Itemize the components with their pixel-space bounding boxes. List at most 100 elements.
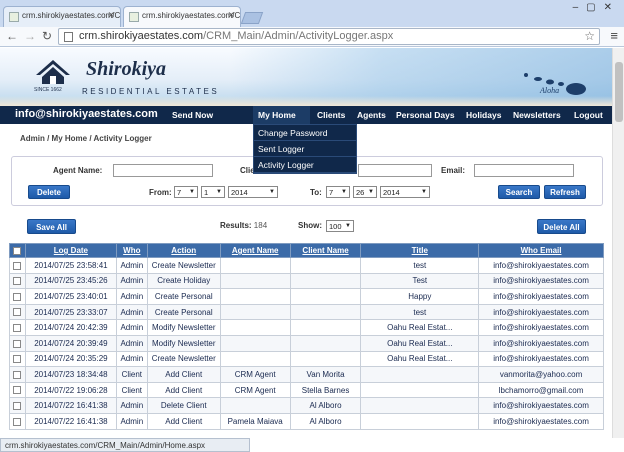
breadcrumb: Admin / My Home / Activity Logger xyxy=(20,134,152,143)
table-row: 2014/07/23 18:34:48 Client Add Client CRM A… xyxy=(9,366,604,383)
row-checkbox[interactable] xyxy=(13,386,22,395)
row-checkbox[interactable] xyxy=(13,261,22,270)
col-agent-name[interactable]: Agent Name xyxy=(219,243,291,258)
nav-item-my-home[interactable]: My Home xyxy=(253,106,310,124)
to-year-select[interactable]: 2014 ▼ xyxy=(380,186,430,198)
email-input[interactable] xyxy=(474,164,574,177)
my-home-dropdown: Change Password Sent Logger Activity Log… xyxy=(253,124,357,174)
reload-icon[interactable]: ↻ xyxy=(42,29,52,43)
nav-item-newsletters[interactable]: Newsletters xyxy=(513,110,561,120)
email-label: Email: xyxy=(441,166,466,175)
dropdown-item-sent-logger[interactable]: Sent Logger xyxy=(254,141,356,157)
col-action[interactable]: Action xyxy=(146,243,221,258)
cell-title: Happy xyxy=(360,288,480,305)
to-month-select[interactable]: 7 ▼ xyxy=(326,186,350,198)
row-checkbox[interactable] xyxy=(13,370,22,379)
cell-client-name: Al Alboro xyxy=(289,412,362,430)
row-select-cell[interactable] xyxy=(9,272,26,290)
cell-who-email: lbchamorro@gmail.com xyxy=(478,381,604,399)
dropdown-item-activity-logger[interactable]: Activity Logger xyxy=(254,157,356,173)
page-scrollbar[interactable] xyxy=(612,48,624,438)
row-checkbox[interactable] xyxy=(13,402,22,411)
row-select-cell[interactable] xyxy=(9,288,26,305)
send-now-link[interactable]: Send Now xyxy=(172,110,213,120)
cell-agent-name: CRM Agent xyxy=(219,381,291,399)
activity-log-table: Log Date Who Action Agent Name Client Na… xyxy=(9,243,604,430)
row-checkbox[interactable] xyxy=(13,417,22,426)
cell-action: Add Client xyxy=(146,381,221,399)
dropdown-arrow-icon: ▼ xyxy=(189,189,195,195)
client-name-input[interactable] xyxy=(358,164,432,177)
search-button[interactable]: Search xyxy=(498,185,540,199)
back-arrow-icon[interactable]: ← xyxy=(6,29,18,43)
row-select-cell[interactable] xyxy=(9,257,26,274)
tab-title: crm.shirokiyaestates.com/CR xyxy=(142,11,241,20)
show-count-select[interactable]: 100 ▼ xyxy=(326,220,354,232)
status-bar: crm.shirokiyaestates.com/CRM_Main/Admin/… xyxy=(0,438,250,452)
cell-client-name xyxy=(289,272,362,290)
row-select-cell[interactable] xyxy=(9,334,26,352)
nav-item-holidays[interactable]: Holidays xyxy=(466,110,501,120)
from-month-select[interactable]: 7 ▼ xyxy=(174,186,198,198)
col-client-name[interactable]: Client Name xyxy=(289,243,362,258)
nav-item-agents[interactable]: Agents xyxy=(357,110,386,120)
bookmark-star-icon[interactable]: ☆ xyxy=(584,29,595,43)
forward-arrow-icon[interactable]: → xyxy=(24,29,36,43)
row-select-cell[interactable] xyxy=(9,319,26,336)
cell-agent-name xyxy=(219,303,291,321)
row-select-cell[interactable] xyxy=(9,412,26,430)
cell-who: Admin xyxy=(115,319,148,336)
table-row: 2014/07/24 20:39:49 Admin Modify Newslette… xyxy=(9,334,604,352)
table-row: 2014/07/22 16:41:38 Admin Add Client Pamela… xyxy=(9,412,604,430)
cell-agent-name: Pamela Maiava xyxy=(219,412,291,430)
browser-tab[interactable]: crm.shirokiyaestates.com/CR ✕ xyxy=(3,6,121,27)
from-year-select[interactable]: 2014 ▼ xyxy=(228,186,278,198)
browser-tab-active[interactable]: crm.shirokiyaestates.com/CR ✕ xyxy=(123,6,241,27)
row-select-cell[interactable] xyxy=(9,303,26,321)
address-bar[interactable]: crm.shirokiyaestates.com/CRM_Main/Admin/… xyxy=(58,28,600,45)
nav-item-logout[interactable]: Logout xyxy=(574,110,603,120)
row-checkbox[interactable] xyxy=(13,308,22,317)
from-day-select[interactable]: 1 ▼ xyxy=(201,186,225,198)
select-all-header[interactable] xyxy=(9,243,26,258)
cell-who: Admin xyxy=(115,397,148,414)
row-checkbox[interactable] xyxy=(13,355,22,364)
row-checkbox[interactable] xyxy=(13,277,22,286)
to-day-select[interactable]: 26 ▼ xyxy=(353,186,377,198)
window-controls[interactable]: –▢✕ xyxy=(573,2,620,13)
agent-name-input[interactable] xyxy=(113,164,213,177)
row-select-cell[interactable] xyxy=(9,350,26,368)
cell-who-email: info@shirokiyaestates.com xyxy=(478,412,604,430)
col-who[interactable]: Who xyxy=(115,243,148,258)
row-checkbox[interactable] xyxy=(13,339,22,348)
nav-item-clients[interactable]: Clients xyxy=(317,110,345,120)
close-icon[interactable]: ✕ xyxy=(227,10,235,21)
close-icon[interactable]: ✕ xyxy=(107,10,115,21)
col-log-date[interactable]: Log Date xyxy=(24,243,117,258)
table-row: 2014/07/25 23:58:41 Admin Create Newslette… xyxy=(9,257,604,274)
new-tab-button[interactable] xyxy=(240,12,264,24)
brand-name: Shirokiya xyxy=(86,58,167,80)
delete-all-button[interactable]: Delete All xyxy=(537,219,586,234)
show-label: Show: xyxy=(298,221,322,230)
row-select-cell[interactable] xyxy=(9,397,26,414)
row-select-cell[interactable] xyxy=(9,381,26,399)
cell-who-email: info@shirokiyaestates.com xyxy=(478,272,604,290)
col-who-email[interactable]: Who Email xyxy=(478,243,604,258)
dropdown-item-change-password[interactable]: Change Password xyxy=(254,125,356,141)
delete-button[interactable]: Delete xyxy=(28,185,70,199)
col-title[interactable]: Title xyxy=(360,243,480,258)
cell-who: Admin xyxy=(115,350,148,368)
row-select-cell[interactable] xyxy=(9,366,26,383)
save-all-button[interactable]: Save All xyxy=(27,219,76,234)
row-checkbox[interactable] xyxy=(13,292,22,301)
house-logo-icon xyxy=(36,60,70,84)
refresh-button[interactable]: Refresh xyxy=(544,185,586,199)
nav-item-personal-days[interactable]: Personal Days xyxy=(396,110,455,120)
cell-agent-name xyxy=(219,257,291,274)
scrollbar-thumb[interactable] xyxy=(615,62,623,122)
nav-email: info@shirokiyaestates.com xyxy=(15,108,158,120)
select-all-checkbox[interactable] xyxy=(13,246,22,255)
menu-icon[interactable]: ≡ xyxy=(610,28,618,43)
row-checkbox[interactable] xyxy=(13,324,22,333)
